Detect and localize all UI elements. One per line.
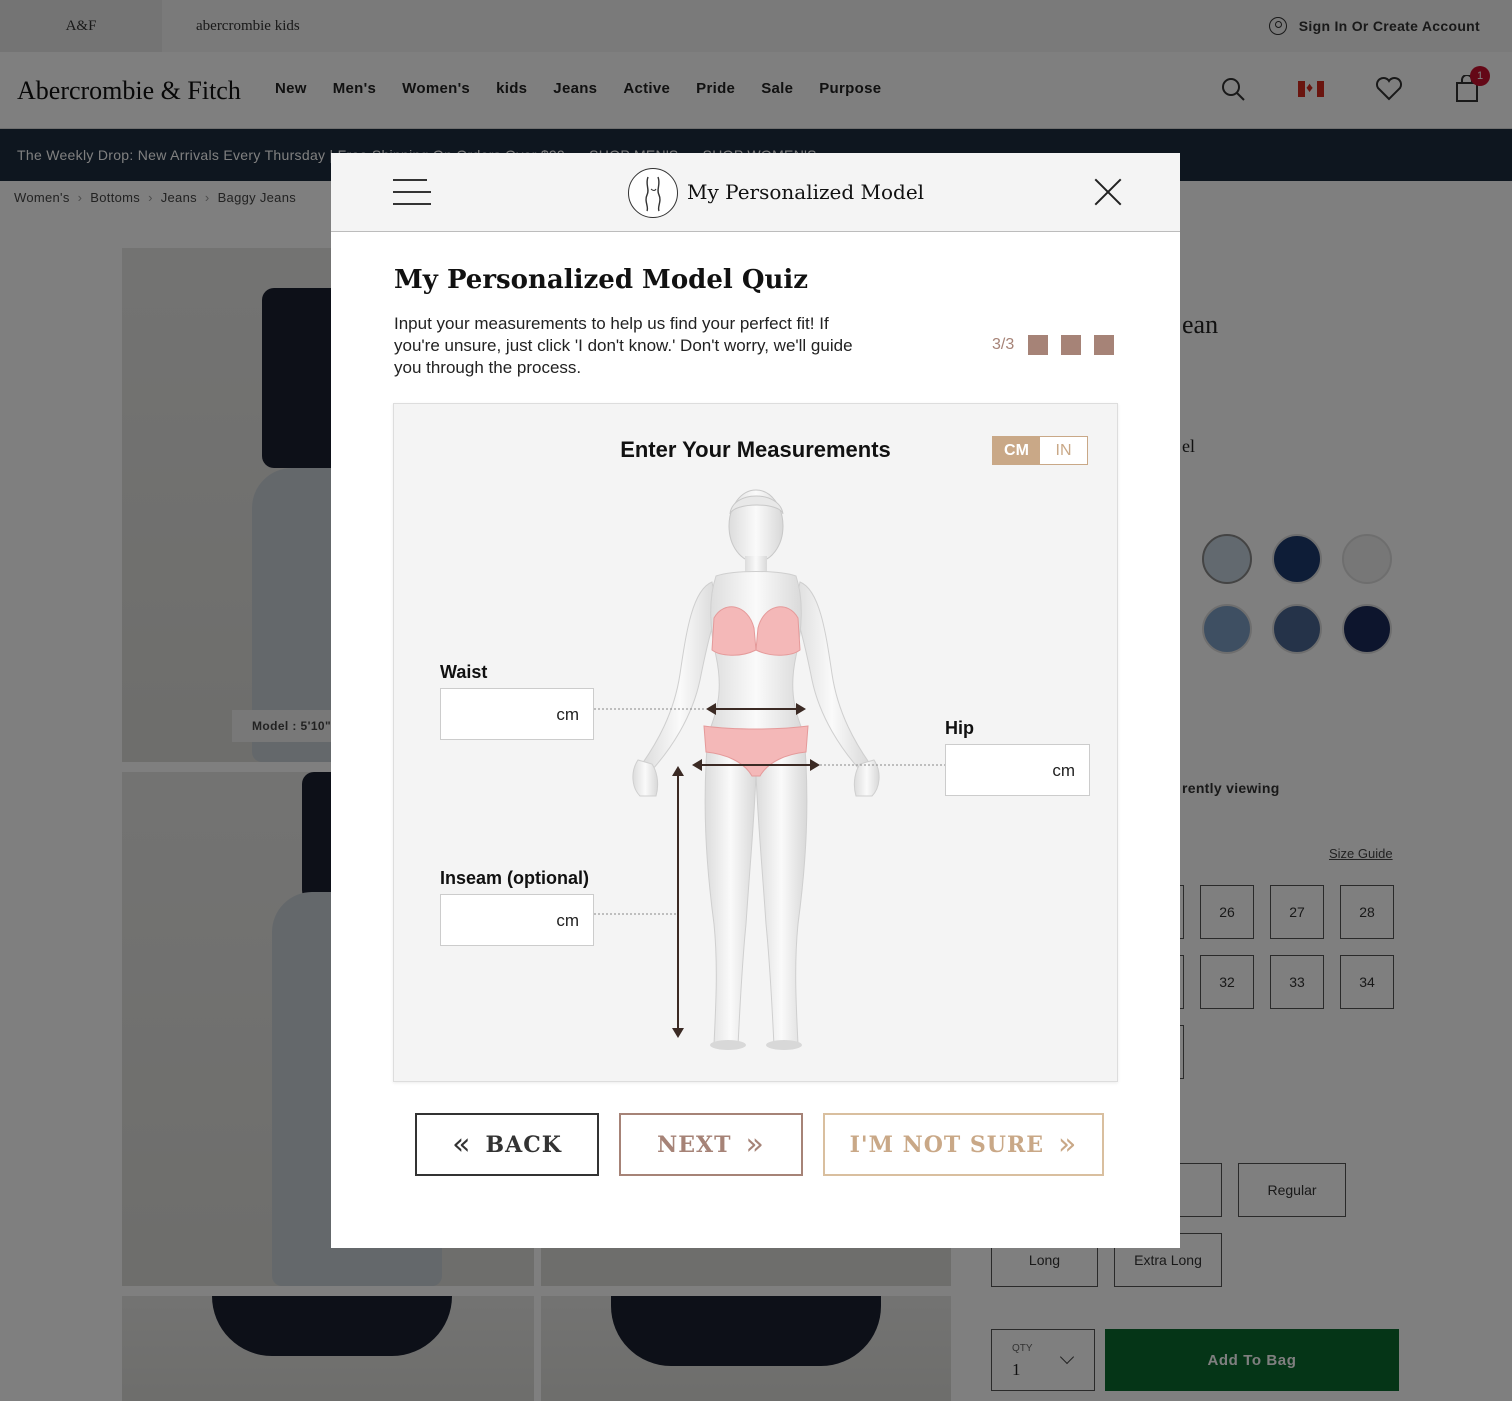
progress-step-2 xyxy=(1061,335,1082,355)
progress-step-3 xyxy=(1094,335,1115,355)
progress-text: 3/3 xyxy=(992,336,1015,353)
back-button[interactable]: « BACK xyxy=(415,1113,599,1176)
hip-unit: cm xyxy=(1052,761,1075,780)
quiz-progress: 3/3 xyxy=(992,335,1115,355)
waist-field: cm xyxy=(440,688,594,740)
body-silhouette-logo-icon xyxy=(628,168,678,218)
hip-label: Hip xyxy=(945,718,974,738)
back-label: BACK xyxy=(485,1131,562,1158)
progress-step-1 xyxy=(1028,335,1049,355)
hip-field: cm xyxy=(945,744,1090,796)
double-chevron-left-icon: « xyxy=(452,1126,472,1162)
waist-input[interactable] xyxy=(441,689,549,739)
personalized-model-modal: My Personalized Model My Personalized Mo… xyxy=(331,153,1180,1248)
hip-input[interactable] xyxy=(946,745,1046,795)
inseam-input[interactable] xyxy=(441,895,549,945)
quiz-description: Input your measurements to help us find … xyxy=(394,314,853,377)
inseam-unit: cm xyxy=(556,911,579,930)
double-chevron-right-icon: » xyxy=(1058,1126,1078,1162)
not-sure-button[interactable]: I'M NOT SURE » xyxy=(823,1113,1104,1176)
not-sure-label: I'M NOT SURE xyxy=(849,1131,1045,1158)
double-chevron-right-icon: » xyxy=(745,1126,765,1162)
close-icon[interactable] xyxy=(1093,177,1123,207)
modal-header: My Personalized Model xyxy=(331,153,1180,232)
body-figure-illustration xyxy=(594,489,945,1050)
modal-header-title: My Personalized Model xyxy=(687,180,925,204)
measurements-panel: Enter Your Measurements CM IN Waist cm H… xyxy=(393,403,1118,1082)
waist-label: Waist xyxy=(440,662,488,682)
inseam-label: Inseam (optional) xyxy=(440,868,590,888)
quiz-title: My Personalized Model Quiz xyxy=(394,265,809,295)
waist-unit: cm xyxy=(556,705,579,724)
inseam-field: cm xyxy=(440,894,594,946)
next-button[interactable]: NEXT » xyxy=(619,1113,803,1176)
menu-icon[interactable] xyxy=(393,179,431,205)
next-label: NEXT xyxy=(657,1131,732,1158)
